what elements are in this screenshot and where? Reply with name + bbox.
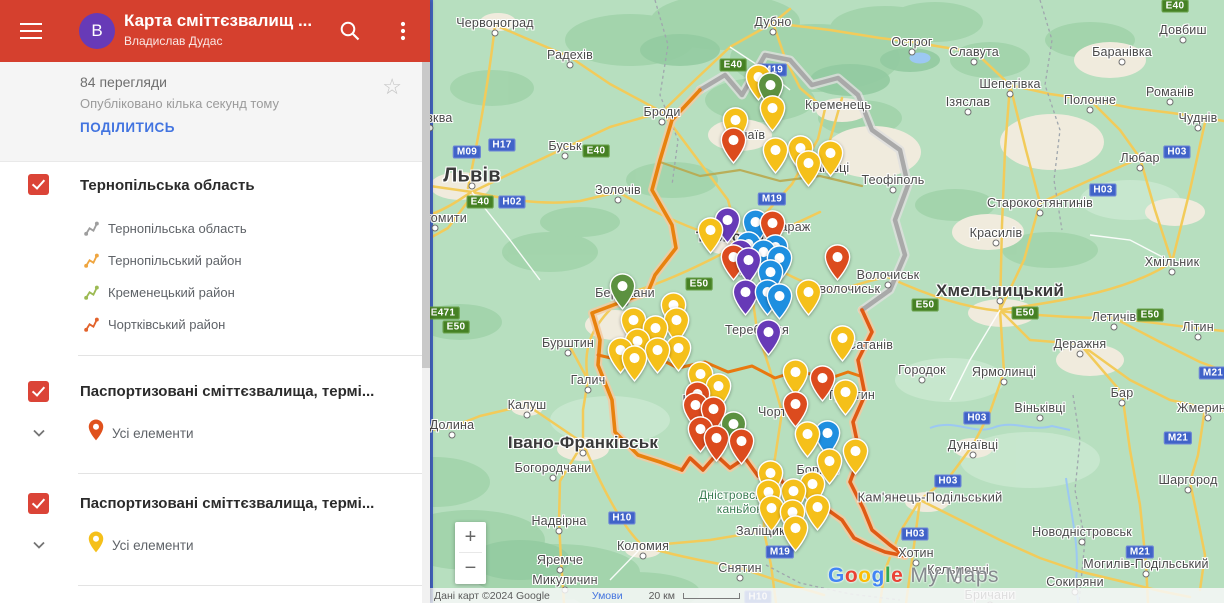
map-pin[interactable] bbox=[755, 319, 782, 356]
layer-title[interactable]: Паспортизовані сміттєзвалища, термі... bbox=[80, 383, 410, 400]
all-elements-label[interactable]: Усі елементи bbox=[112, 538, 194, 553]
legend-line-item[interactable]: Тернопільський район bbox=[84, 244, 414, 276]
avatar[interactable]: B bbox=[79, 13, 115, 49]
chevron-down-icon[interactable] bbox=[30, 424, 48, 442]
polyline-icon bbox=[84, 221, 99, 236]
zoom-in-button[interactable]: + bbox=[455, 522, 486, 552]
map-pin[interactable] bbox=[766, 283, 793, 320]
divider bbox=[78, 355, 430, 356]
views-count: 84 перегляди bbox=[80, 74, 167, 90]
terms-link[interactable]: Умови bbox=[592, 590, 623, 602]
my-maps-app: B Карта сміттєзвалищ ... Владислав Дудас… bbox=[0, 0, 1224, 603]
more-options-icon[interactable] bbox=[391, 19, 415, 43]
all-elements-label[interactable]: Усі елементи bbox=[112, 426, 194, 441]
share-button[interactable]: ПОДІЛИТИСЬ bbox=[80, 120, 175, 135]
map-pin[interactable] bbox=[720, 127, 747, 164]
sidebar: B Карта сміттєзвалищ ... Владислав Дудас… bbox=[0, 0, 430, 603]
map-data-credit: Дані карт ©2024 Google bbox=[434, 589, 550, 602]
scale-label: 20 км bbox=[648, 589, 675, 602]
polyline-icon bbox=[84, 253, 99, 268]
sidebar-header: B Карта сміттєзвалищ ... Владислав Дудас bbox=[0, 0, 430, 62]
layer-title[interactable]: Тернопільська область bbox=[80, 177, 410, 194]
map-pin[interactable] bbox=[728, 428, 755, 465]
layer-checkbox[interactable] bbox=[28, 174, 49, 195]
chevron-down-icon[interactable] bbox=[30, 536, 48, 554]
map-pin[interactable] bbox=[782, 515, 809, 552]
pin-icon bbox=[88, 419, 104, 441]
menu-icon[interactable] bbox=[20, 23, 42, 39]
map-pin[interactable] bbox=[842, 438, 869, 475]
map-pin[interactable] bbox=[703, 425, 730, 462]
polyline-icon bbox=[84, 285, 99, 300]
map-pin[interactable] bbox=[795, 150, 822, 187]
sidebar-scrollbar[interactable] bbox=[422, 62, 430, 603]
layer-checkbox[interactable] bbox=[28, 493, 49, 514]
legend-item-label: Тернопільська область bbox=[108, 220, 247, 236]
divider bbox=[78, 473, 430, 474]
zoom-out-button[interactable]: − bbox=[455, 553, 486, 583]
divider bbox=[78, 585, 430, 586]
map-canvas[interactable]: Червоноград Радехів Дубно Броди Буськ Золочів… bbox=[430, 0, 1224, 603]
map-pin[interactable] bbox=[644, 337, 671, 374]
map-attribution: Дані карт ©2024 Google Умови 20 км bbox=[430, 588, 1224, 603]
map-info-panel: 84 перегляди Опубліковано кілька секунд … bbox=[0, 62, 430, 162]
legend-item-label: Кременецький район bbox=[108, 284, 235, 300]
scale-bar bbox=[683, 592, 740, 599]
star-icon[interactable]: ☆ bbox=[382, 76, 402, 98]
map-pin[interactable] bbox=[609, 273, 636, 310]
map-pins-layer bbox=[430, 0, 1224, 603]
map-pin[interactable] bbox=[762, 137, 789, 174]
map-pin[interactable] bbox=[829, 325, 856, 362]
map-pin[interactable] bbox=[795, 279, 822, 316]
published-status: Опубліковано кілька секунд тому bbox=[80, 96, 280, 111]
map-pin[interactable] bbox=[824, 244, 851, 281]
layer-checkbox[interactable] bbox=[28, 381, 49, 402]
legend-line-item[interactable]: Тернопільська область bbox=[84, 212, 414, 244]
legend-line-item[interactable]: Кременецький район bbox=[84, 276, 414, 308]
google-my-maps-watermark: Google My Maps bbox=[828, 564, 1000, 587]
pin-icon bbox=[88, 531, 104, 553]
layer-legend-items: Тернопільська область Тернопільський рай… bbox=[84, 212, 414, 340]
zoom-control: + − bbox=[455, 522, 486, 584]
map-pin[interactable] bbox=[832, 379, 859, 416]
map-pin[interactable] bbox=[621, 345, 648, 382]
layer-title[interactable]: Паспортизовані сміттєзвалища, термі... bbox=[80, 495, 410, 512]
legend-line-item[interactable]: Чортківський район bbox=[84, 308, 414, 340]
map-pin[interactable] bbox=[759, 95, 786, 132]
polyline-icon bbox=[84, 317, 99, 332]
legend-item-label: Чортківський район bbox=[108, 316, 226, 332]
legend-item-label: Тернопільський район bbox=[108, 252, 242, 268]
map-author: Владислав Дудас bbox=[124, 34, 223, 48]
search-icon[interactable] bbox=[338, 19, 362, 43]
map-title: Карта сміттєзвалищ ... bbox=[124, 11, 313, 30]
